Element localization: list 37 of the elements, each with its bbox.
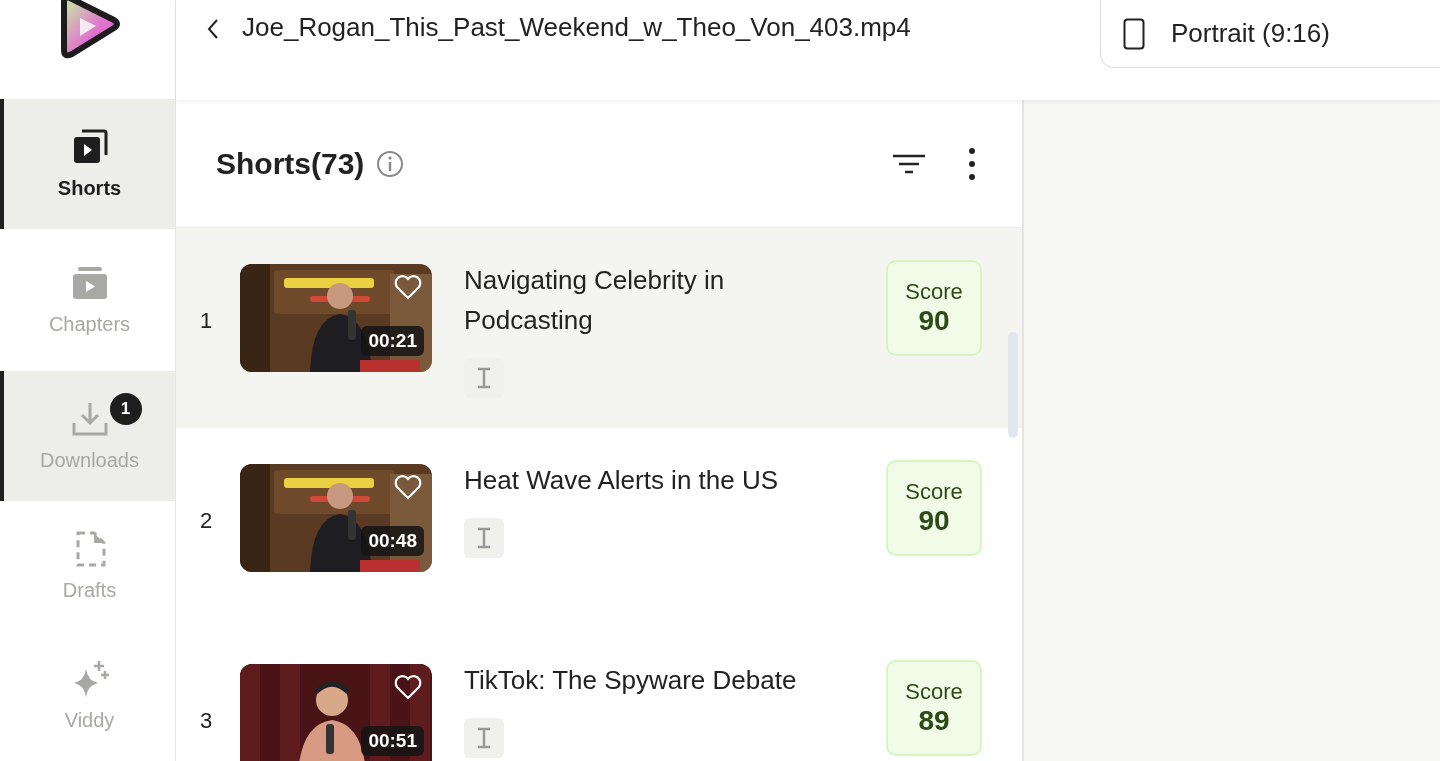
more-icon[interactable] [968,146,976,181]
filter-icon[interactable] [892,152,926,175]
text-cursor-icon [476,367,492,389]
score-label: Score [905,479,963,505]
short-title: Navigating Celebrity in Podcasting [464,264,726,337]
heart-icon[interactable] [394,274,422,300]
panel-title: Shorts(73) [216,146,365,181]
row-number: 2 [200,508,214,534]
score-value: 89 [918,705,950,737]
text-button[interactable] [464,518,504,558]
video-file-name: Joe_Rogan_This_Past_Weekend_w_Theo_Von_403.mp4 [242,12,911,43]
row-number: 1 [200,308,214,334]
aspect-ratio-dropdown[interactable]: Portrait (9:16) [1100,0,1440,68]
info-icon[interactable] [376,149,405,178]
row-number: 3 [200,708,214,734]
sidebar-tab[interactable]: 1 Downloads [0,370,175,501]
short-title: TikTok: The Spyware Debate [464,664,798,697]
text-cursor-icon [476,527,492,549]
heart-icon[interactable] [394,474,422,500]
score-label: Score [905,679,963,705]
phone-icon [1123,17,1145,50]
text-button[interactable] [464,358,504,398]
duration-label: 00:51 [361,726,424,756]
duration-label: 00:21 [361,326,424,356]
count-badge: 1 [109,393,142,426]
scrollbar[interactable] [1008,332,1018,438]
score-value: 90 [918,505,950,537]
back-icon[interactable] [206,17,220,41]
heart-icon[interactable] [394,674,422,700]
score-label: Score [905,279,963,305]
short-title: Heat Wave Alerts in the US [464,464,780,497]
text-cursor-icon [476,727,492,749]
score-value: 90 [918,305,950,337]
text-button[interactable] [464,718,504,758]
duration-label: 00:48 [361,526,424,556]
sidebar-tab[interactable]: Shorts [0,98,175,229]
short-row[interactable]: 1 00:21 Navigating Celebrity in Podcasting Score 90 [176,228,1022,428]
